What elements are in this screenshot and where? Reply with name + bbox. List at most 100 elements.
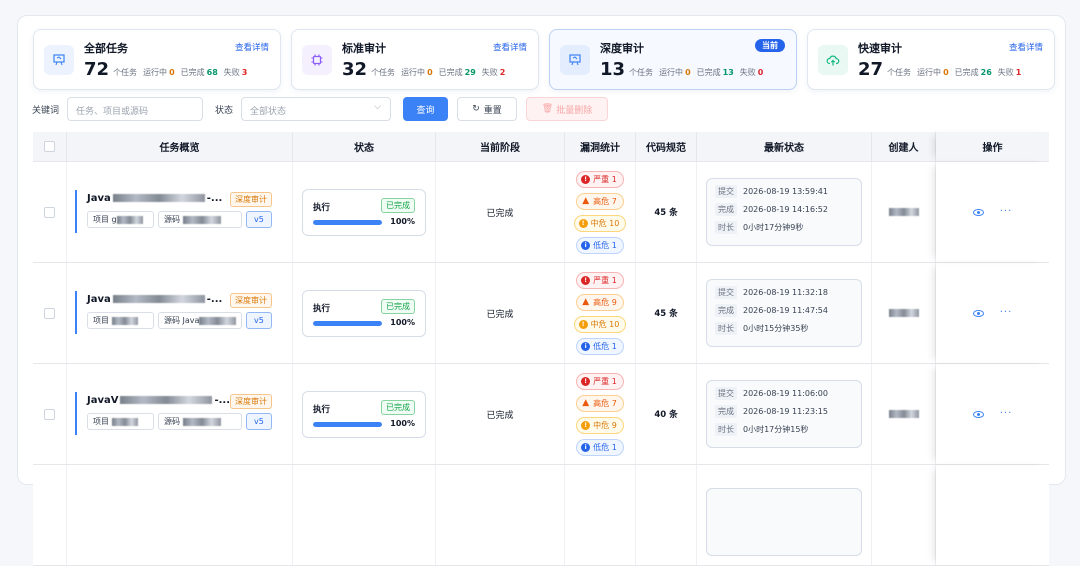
more-dots-icon[interactable]: ···	[1000, 308, 1013, 318]
submit-line: 提交 2026-08-19 11:06:00	[715, 387, 853, 400]
redacted-text	[112, 194, 205, 202]
project-label: 项目	[93, 215, 109, 224]
row-actions: ···	[972, 409, 1013, 419]
row-checkbox[interactable]	[44, 307, 55, 319]
source-pill: 源码 Java	[158, 312, 242, 329]
row-checkbox[interactable]	[44, 408, 55, 420]
vuln-high-pill: ▲ 高危 7	[576, 192, 624, 210]
done-time: 2026-08-19 11:47:54	[743, 306, 828, 315]
vuln-low-pill: i 低危 1	[576, 337, 624, 355]
task-unit: 个任务	[113, 68, 138, 77]
task-name[interactable]: JavaV -...	[87, 395, 230, 406]
task-overview: Java -... 深度审计 项目 g 源码 v5	[75, 190, 280, 233]
project-label: 项目	[93, 316, 109, 325]
summary-card[interactable]: 全部任务 查看详情 72 个任务 运行中 0 已完成 68 失败 3	[33, 29, 281, 90]
warning-triangle-icon: ▲	[582, 398, 590, 408]
summary-card[interactable]: 标准审计 查看详情 32 个任务 运行中 0 已完成 29 失败 2	[291, 29, 539, 90]
task-unit: 个任务	[887, 68, 912, 77]
col-creator: 创建人	[872, 132, 936, 161]
actions-cell	[936, 465, 1049, 565]
duration: 0小时15分钟35秒	[743, 324, 809, 333]
done-line: 完成 2026-08-19 14:16:52	[715, 203, 853, 216]
row-checkbox[interactable]	[44, 206, 55, 218]
vulns-cell	[565, 465, 636, 565]
task-unit: 个任务	[371, 68, 396, 77]
summary-card[interactable]: 快速审计 查看详情 27 个任务 运行中 0 已完成 26 失败 1	[807, 29, 1055, 90]
task-count: 32	[342, 59, 368, 80]
view-eye-icon[interactable]	[972, 410, 984, 418]
batch-delete-button[interactable]: 🗑 批量删除	[526, 97, 609, 121]
col-stage: 当前阶段	[436, 132, 565, 161]
overview-cell: JavaV -... 深度审计 项目 源码 v5	[67, 364, 293, 464]
redacted-text	[116, 215, 143, 224]
vuln-count: 中危 9	[593, 420, 617, 430]
avatar	[888, 309, 919, 317]
more-dots-icon[interactable]: ···	[1000, 207, 1013, 217]
table-row[interactable]	[33, 465, 1049, 566]
done-count: 13	[722, 68, 734, 77]
fail-count: 1	[1015, 68, 1022, 77]
progress-bar	[313, 421, 382, 427]
latest-status-box	[706, 488, 862, 556]
done-line: 完成 2026-08-19 11:47:54	[715, 304, 853, 317]
source-pill: 源码	[158, 211, 242, 228]
latest-cell	[697, 465, 872, 565]
redacted-text	[182, 215, 221, 224]
view-details-link[interactable]: 查看详情	[235, 41, 269, 53]
col-status: 状态	[293, 132, 436, 161]
row-actions: ···	[972, 308, 1013, 318]
source-prefix: Java	[182, 316, 200, 325]
version-pill: v5	[246, 413, 272, 430]
submit-key: 提交	[715, 185, 737, 198]
duration-line: 时长 0小时17分钟9秒	[715, 221, 853, 234]
source-pill: 源码	[158, 413, 242, 430]
vuln-low-pill: i 低危 1	[576, 236, 624, 254]
col-latest: 最新状态	[697, 132, 872, 161]
code-spec-count: 45 条	[654, 208, 678, 218]
table-row[interactable]: Java -... 深度审计 项目 g 源码 v5 执行 已完成 100% 已完成…	[33, 162, 1049, 263]
audit-type-tag: 深度审计	[230, 192, 272, 207]
summary-card[interactable]: 深度审计 当前 13 个任务 运行中 0 已完成 13 失败 0	[549, 29, 797, 90]
task-unit: 个任务	[629, 68, 654, 77]
vuln-high-pill: ▲ 高危 7	[576, 394, 624, 412]
progress-percent: 100%	[390, 317, 415, 327]
latest-status-box: 提交 2026-08-19 11:32:18 完成 2026-08-19 11:47…	[706, 279, 862, 347]
whiteboard-icon	[560, 45, 590, 75]
view-eye-icon[interactable]	[972, 208, 984, 216]
progress-percent: 100%	[390, 216, 415, 226]
query-button[interactable]: 查询	[403, 97, 449, 121]
latest-status-box: 提交 2026-08-19 13:59:41 完成 2026-08-19 14:16…	[706, 178, 862, 246]
duration: 0小时17分钟9秒	[743, 223, 804, 232]
task-table: 任务概览 状态 当前阶段 漏洞统计 代码规范 最新状态 创建人 操作 Java -…	[33, 132, 1049, 566]
code-spec-cell: 45 条	[636, 162, 697, 262]
table-row[interactable]: JavaV -... 深度审计 项目 源码 v5 执行 已完成 100% 已完成 …	[33, 364, 1049, 465]
view-details-link[interactable]: 查看详情	[493, 41, 527, 53]
code-spec-cell	[636, 465, 697, 565]
vuln-count: 严重 1	[593, 275, 617, 285]
creator-cell	[872, 364, 936, 464]
select-all-checkbox[interactable]	[44, 141, 55, 152]
select-cell	[33, 465, 67, 565]
avatar	[888, 208, 919, 216]
table-row[interactable]: Java -... 深度审计 项目 源码 Java v5 执行 已完成 100% …	[33, 263, 1049, 364]
task-meta: 项目 源码 v5	[87, 413, 272, 430]
view-details-link[interactable]: 查看详情	[1009, 41, 1043, 53]
task-name[interactable]: Java -...	[87, 294, 222, 305]
view-eye-icon[interactable]	[972, 309, 984, 317]
task-name-prefix: Java	[87, 294, 111, 305]
task-name[interactable]: Java -...	[87, 193, 222, 204]
keyword-input[interactable]: 任务、项目或源码	[67, 97, 204, 121]
task-name-suffix: -...	[206, 294, 223, 305]
vuln-sev-pill: ! 严重 1	[576, 372, 624, 390]
card-title: 全部任务	[84, 42, 128, 55]
actions-cell: ···	[936, 364, 1049, 464]
col-vulns: 漏洞统计	[565, 132, 636, 161]
vuln-count: 严重 1	[593, 174, 617, 184]
submit-time: 2026-08-19 13:59:41	[743, 187, 828, 196]
fail-count: 0	[757, 68, 764, 77]
status-select[interactable]: 全部状态 ⌵	[241, 97, 392, 121]
state-label: 执行	[313, 404, 331, 415]
reset-button[interactable]: ↻ 重置	[457, 97, 518, 121]
status-cell	[293, 465, 436, 565]
more-dots-icon[interactable]: ···	[1000, 409, 1013, 419]
